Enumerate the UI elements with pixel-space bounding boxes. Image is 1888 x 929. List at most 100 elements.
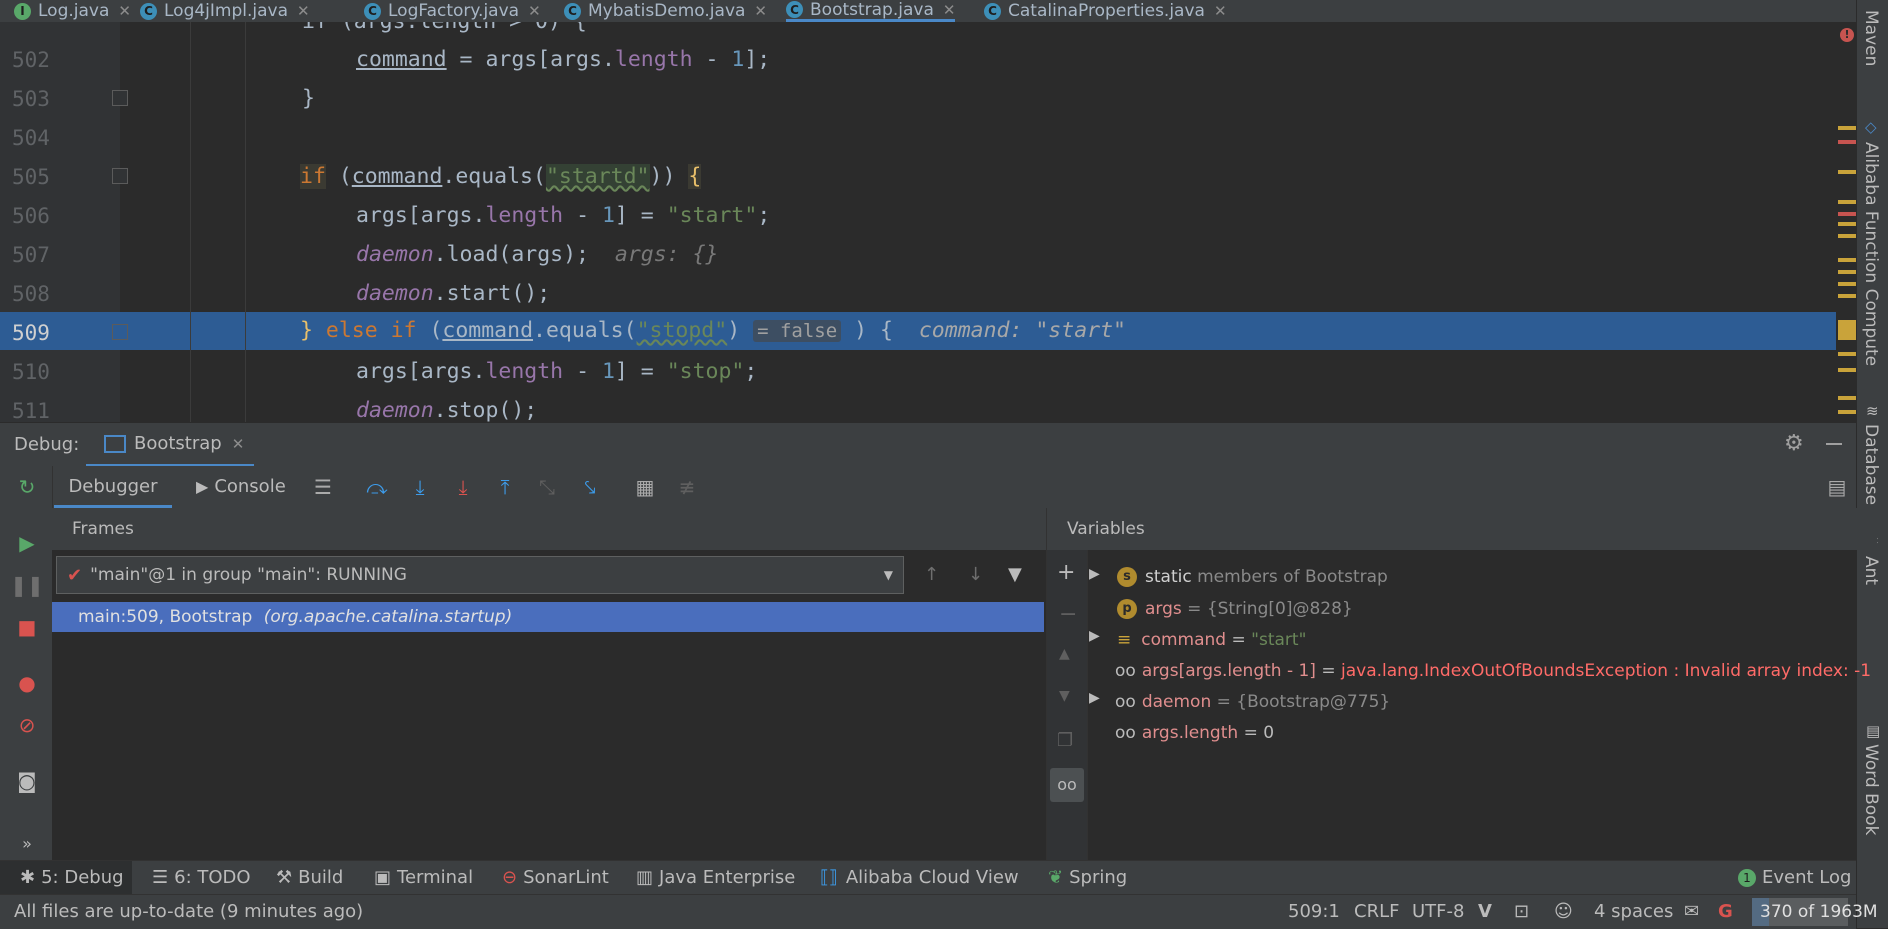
tool-window-function-compute[interactable]: Alibaba Function Compute <box>1861 142 1881 366</box>
remove-watch-icon[interactable]: − <box>1059 602 1077 627</box>
fold-marker-icon[interactable] <box>112 324 128 340</box>
code-editor[interactable]: if (args.length > 0) { 502 command = arg… <box>0 22 1856 422</box>
variables-side-toolbar <box>1047 550 1088 860</box>
line-separator[interactable]: CRLF <box>1354 895 1399 929</box>
close-icon[interactable]: ✕ <box>118 2 131 20</box>
error-indicator-icon[interactable]: ! <box>1840 28 1854 42</box>
show-watches-icon[interactable]: oo <box>1050 768 1084 802</box>
minimize-icon[interactable] <box>1826 443 1842 445</box>
toolwin-build[interactable]: ⚒ Build <box>276 861 343 895</box>
move-up-icon[interactable]: ▲ <box>1059 646 1070 662</box>
tab-logfactory-java[interactable]: C LogFactory.java ✕ <box>364 0 541 22</box>
variables-panel: Variables + − ▲ ▼ ❐ oo ▶ s static members… <box>1046 508 1877 860</box>
trace-stream-icon[interactable]: ≢ <box>674 474 700 500</box>
toolwin-spring[interactable]: ❦ Spring <box>1048 861 1127 895</box>
tool-window-maven[interactable]: Maven <box>1861 10 1881 66</box>
scroll-mark <box>1838 320 1856 340</box>
console-icon: ▶ <box>196 477 209 496</box>
debugger-tab[interactable]: Debugger <box>54 466 172 508</box>
fold-marker-icon[interactable] <box>112 90 128 106</box>
move-down-icon[interactable]: ▼ <box>1059 688 1070 704</box>
tool-window-word-book[interactable]: Word Book <box>1861 744 1881 835</box>
line-number: 503 <box>12 87 50 111</box>
step-into-icon[interactable]: ⤓ <box>407 474 433 500</box>
threads-layout-icon[interactable]: ☰ <box>310 474 336 500</box>
run-to-cursor-icon[interactable]: ⤥ <box>577 474 603 500</box>
toolwin-java-enterprise[interactable]: ▥ Java Enterprise <box>636 861 795 895</box>
expand-icon[interactable]: ▶ <box>1089 628 1100 644</box>
tab-log-java[interactable]: I Log.java ✕ <box>14 0 131 22</box>
tab-bootstrap-java[interactable]: C Bootstrap.java ✕ <box>786 0 956 22</box>
line-number: 506 <box>12 204 50 228</box>
inline-value-hint: args: {} <box>614 242 719 267</box>
close-icon[interactable]: ✕ <box>754 2 767 20</box>
step-over-icon[interactable]: ⤼ <box>364 474 390 500</box>
toolwin-debug[interactable]: ✱ 5: Debug <box>0 861 132 895</box>
toolwin-terminal[interactable]: ▣ Terminal <box>374 861 473 895</box>
variable-row[interactable]: p args = {String[0]@828} <box>1117 594 1353 624</box>
debug-session-tab[interactable]: Bootstrap ✕ <box>86 423 254 467</box>
duplicate-icon[interactable]: ❐ <box>1057 730 1073 751</box>
vcs-icon[interactable]: V <box>1478 895 1492 929</box>
drop-frame-icon[interactable]: ⤡ <box>534 474 560 500</box>
camera-icon[interactable]: ◙ <box>14 768 40 794</box>
evaluate-expression-icon[interactable]: ▦ <box>632 474 658 500</box>
arrow-up-icon[interactable]: ↑ <box>924 564 939 585</box>
watch-row[interactable]: oo args.length = 0 <box>1115 718 1274 748</box>
tool-window-ant[interactable]: Ant <box>1861 556 1881 585</box>
watch-row[interactable]: oo daemon = {Bootstrap@775} <box>1115 687 1390 717</box>
view-breakpoints-icon[interactable]: ● <box>14 670 40 696</box>
status-message: All files are up-to-date (9 minutes ago) <box>14 901 364 922</box>
tab-mybatisdemo-java[interactable]: C MybatisDemo.java ✕ <box>564 0 767 22</box>
filter-icon[interactable]: ▼ <box>1008 564 1022 585</box>
caret-position[interactable]: 509:1 <box>1288 895 1340 929</box>
watch-row[interactable]: oo args[args.length - 1] = java.lang.Inde… <box>1115 656 1871 686</box>
lock-icon[interactable]: ⊡ <box>1514 895 1529 929</box>
tab-log4jimpl-java[interactable]: C Log4jImpl.java ✕ <box>140 0 310 22</box>
file-encoding[interactable]: UTF-8 <box>1412 895 1464 929</box>
pause-icon[interactable]: ❚❚ <box>10 572 44 598</box>
indent-setting[interactable]: 4 spaces <box>1594 895 1673 929</box>
close-icon[interactable]: ✕ <box>528 2 541 20</box>
step-out-icon[interactable]: ⤒ <box>492 474 518 500</box>
rerun-icon[interactable]: ↻ <box>14 474 40 500</box>
tool-window-database[interactable]: Database <box>1861 424 1881 505</box>
google-icon[interactable]: G <box>1718 895 1733 929</box>
inline-evaluation-badge: = false <box>753 320 842 342</box>
console-tab[interactable]: ▶ Console <box>196 466 286 508</box>
mute-breakpoints-icon[interactable]: ⊘ <box>14 712 40 738</box>
scroll-mark <box>1838 126 1856 130</box>
variable-row[interactable]: s static members of Bootstrap <box>1117 562 1388 592</box>
inspector-icon[interactable]: ☺ <box>1554 895 1573 929</box>
fold-marker-icon[interactable] <box>112 168 128 184</box>
arrow-down-icon[interactable]: ↓ <box>968 564 983 585</box>
expand-icon[interactable]: ▶ <box>1089 690 1100 706</box>
layout-settings-icon[interactable]: ▤ <box>1824 474 1850 500</box>
toolwin-todo[interactable]: ☰ 6: TODO <box>152 861 251 895</box>
stop-icon[interactable]: ■ <box>14 614 40 640</box>
more-icon[interactable]: » <box>14 830 40 856</box>
thread-select[interactable]: ✔ "main"@1 in group "main": RUNNING ▼ <box>56 556 904 594</box>
add-watch-icon[interactable]: + <box>1057 560 1075 585</box>
resume-icon[interactable]: ▶ <box>14 530 40 556</box>
force-step-into-icon[interactable]: ⤓ <box>450 474 476 500</box>
line-number-current: 509 <box>12 321 50 345</box>
close-icon[interactable]: ✕ <box>232 435 245 453</box>
toolwin-alibaba-cloud-view[interactable]: ⟦⟧ Alibaba Cloud View <box>820 861 1019 895</box>
sonarlint-icon: ⊖ <box>502 867 518 888</box>
variable-row[interactable]: ≡ command = "start" <box>1117 625 1306 655</box>
toolwin-sonarlint[interactable]: ⊖ SonarLint <box>502 861 609 895</box>
close-icon[interactable]: ✕ <box>943 1 956 19</box>
spring-leaf-icon: ❦ <box>1048 867 1064 888</box>
expand-icon[interactable]: ▶ <box>1089 566 1100 582</box>
frame-item[interactable]: main:509, Bootstrap (org.apache.catalina… <box>52 602 1044 632</box>
toolwin-event-log[interactable]: 1 Event Log <box>1738 861 1851 895</box>
tool-window-bar: ✱ 5: Debug ☰ 6: TODO ⚒ Build ▣ Terminal ⊖ Son… <box>0 860 1856 895</box>
class-icon: C <box>364 2 381 20</box>
static-badge-icon: s <box>1117 567 1137 587</box>
close-icon[interactable]: ✕ <box>297 2 310 20</box>
close-icon[interactable]: ✕ <box>1214 2 1227 20</box>
tab-catalinaproperties-java[interactable]: C CatalinaProperties.java ✕ <box>984 0 1227 22</box>
notification-icon[interactable]: ✉ <box>1684 895 1699 929</box>
gear-icon[interactable]: ⚙ <box>1784 431 1804 456</box>
